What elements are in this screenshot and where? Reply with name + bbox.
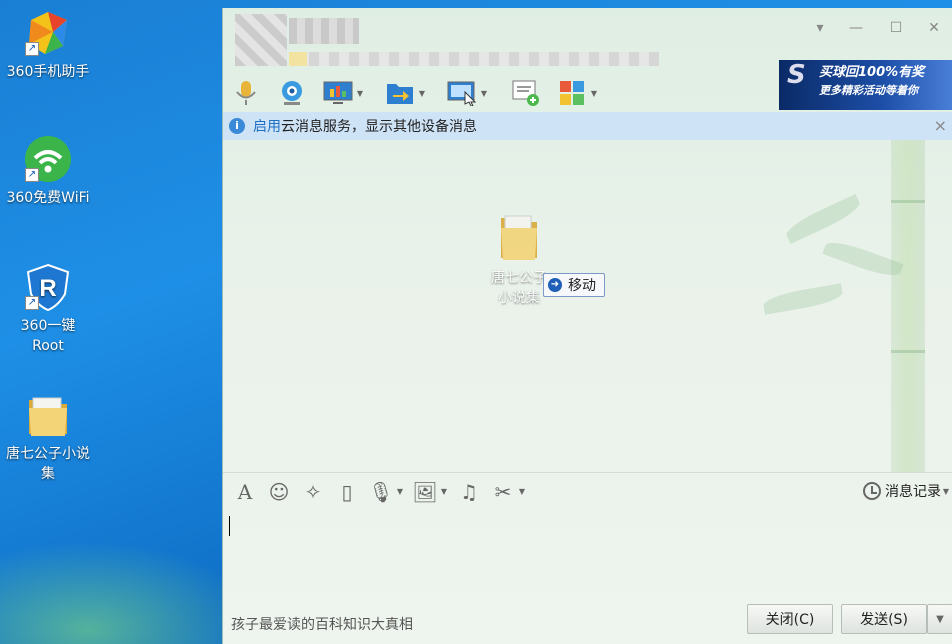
leaf-decoration [782, 193, 864, 245]
music-icon: ♫ [460, 479, 478, 504]
folder-icon [23, 390, 73, 440]
message-area[interactable]: 唐七公子小说集 ➜ 移动 [223, 140, 952, 472]
chevron-down-icon[interactable]: ▼ [395, 487, 405, 496]
bamboo-decoration [891, 140, 925, 472]
move-tooltip: ➜ 移动 [543, 273, 605, 297]
screenshot-button[interactable]: ✂ ▼ [489, 477, 527, 507]
remote-desktop-button[interactable]: ▼ [445, 76, 489, 110]
emoji-icon: ☺ [268, 479, 290, 504]
footer-tip-link[interactable]: 孩子最爱读的百科知识大真相 [231, 614, 413, 634]
enable-link[interactable]: 启用 [253, 116, 281, 136]
font-button[interactable]: A [231, 477, 259, 507]
chevron-down-icon[interactable]: ▼ [417, 89, 427, 98]
desktop-icon-360-wifi[interactable]: ↗ 360免费WiFi [0, 134, 96, 208]
ad-banner[interactable]: 买球回100%有奖 更多精彩活动等着你 [779, 60, 952, 110]
chevron-down-icon[interactable]: ▼ [517, 487, 527, 496]
video-call-button[interactable] [275, 76, 309, 110]
desktop-icon-label: 唐七公子小说集 [6, 446, 90, 482]
desktop-icon-360-root[interactable]: R ↗ 360一键Root [0, 262, 96, 356]
chevron-down-icon[interactable]: ▼ [479, 89, 489, 98]
svg-text:R: R [39, 275, 56, 302]
chevron-down-icon[interactable]: ▼ [439, 487, 449, 496]
desktop-icon-folder[interactable]: 唐七公子小说集 [0, 390, 96, 484]
magic-expression-button[interactable]: ✧ [299, 477, 327, 507]
chevron-down-icon[interactable]: ▾ [809, 18, 831, 38]
contact-avatar[interactable] [235, 14, 287, 66]
shake-icon: ▯ [341, 479, 353, 504]
arrow-right-icon: ➜ [548, 278, 562, 292]
edit-toolbar: A ☺ ✧ ▯ 🎙 ▼ 🖼 ▼ ♫ ✂ ▼ 消息记录 ▼ [223, 472, 952, 510]
maximize-icon[interactable]: ☐ [885, 18, 907, 38]
leaf-decoration [762, 283, 844, 315]
image-icon: 🖼 [412, 479, 438, 504]
ad-line-1: 买球回100%有奖 [819, 65, 925, 80]
close-icon[interactable]: ✕ [923, 18, 945, 38]
file-transfer-button[interactable]: ▼ [383, 76, 427, 110]
minimize-icon[interactable]: — [845, 18, 867, 38]
cloud-message-notice: i 启用 云消息服务，显示其他设备消息 × [223, 112, 952, 140]
desktop-icon-360-phone-assistant[interactable]: ↗ 360手机助手 [0, 8, 96, 82]
info-icon: i [229, 118, 245, 134]
image-button[interactable]: 🖼 ▼ [411, 477, 449, 507]
folder-icon [501, 215, 537, 260]
text-cursor [229, 516, 230, 536]
message-history-button[interactable]: 消息记录 ▼ [863, 481, 951, 501]
voice-call-icon [229, 76, 263, 110]
remote-desktop-icon [445, 76, 479, 110]
desktop: ↗ 360手机助手 ↗ 360免费WiFi R ↗ 360一键Root 唐七公子… [0, 0, 222, 644]
chevron-down-icon[interactable]: ▼ [941, 487, 951, 496]
video-call-icon [275, 76, 309, 110]
close-icon[interactable]: × [934, 117, 947, 135]
notice-text: 云消息服务，显示其他设备消息 [281, 119, 477, 135]
font-icon: A [237, 479, 253, 504]
file-transfer-icon [383, 76, 417, 110]
contact-name [289, 18, 359, 44]
desktop-icon-label: 360免费WiFi [6, 190, 90, 206]
send-options-button[interactable]: ▼ [927, 604, 952, 634]
voice-call-button[interactable] [229, 76, 263, 110]
group-chat-icon [509, 76, 543, 110]
chevron-down-icon: ▼ [936, 613, 944, 625]
desktop-icon-label: 360手机助手 [6, 64, 90, 80]
scissors-icon: ✂ [494, 479, 512, 504]
screen-share-button[interactable]: ▼ [321, 76, 365, 110]
magic-icon: ✧ [304, 479, 322, 504]
send-button[interactable]: 发送(S) [841, 604, 927, 634]
360-wifi-icon: ↗ [23, 134, 73, 184]
apps-icon [555, 76, 589, 110]
contact-signature [289, 52, 659, 66]
ad-line-2: 更多精彩活动等着你 [819, 84, 918, 97]
mic-icon: 🎙 [368, 479, 394, 504]
move-tooltip-label: 移动 [568, 278, 596, 294]
360-phone-assistant-icon: ↗ [23, 8, 73, 58]
close-button[interactable]: 关闭(C) [747, 604, 833, 634]
360-root-icon: R ↗ [23, 262, 73, 312]
chevron-down-icon[interactable]: ▼ [589, 89, 599, 98]
shake-button[interactable]: ▯ [333, 477, 361, 507]
voice-message-button[interactable]: 🎙 ▼ [367, 477, 405, 507]
emoji-button[interactable]: ☺ [265, 477, 293, 507]
apps-button[interactable]: ▼ [555, 76, 599, 110]
chevron-down-icon[interactable]: ▼ [355, 89, 365, 98]
clock-icon [863, 482, 881, 500]
message-input[interactable] [223, 510, 952, 602]
screen-share-icon [321, 76, 355, 110]
music-button[interactable]: ♫ [455, 477, 483, 507]
group-chat-button[interactable] [509, 76, 543, 110]
chat-window: ▾ — ☐ ✕ ▼ ▼ ▼ ▼ S 买球回100%有奖 更多精彩活动等着你 i … [222, 8, 952, 644]
desktop-icon-label: 360一键Root [20, 318, 76, 354]
message-history-label: 消息记录 [885, 484, 941, 500]
